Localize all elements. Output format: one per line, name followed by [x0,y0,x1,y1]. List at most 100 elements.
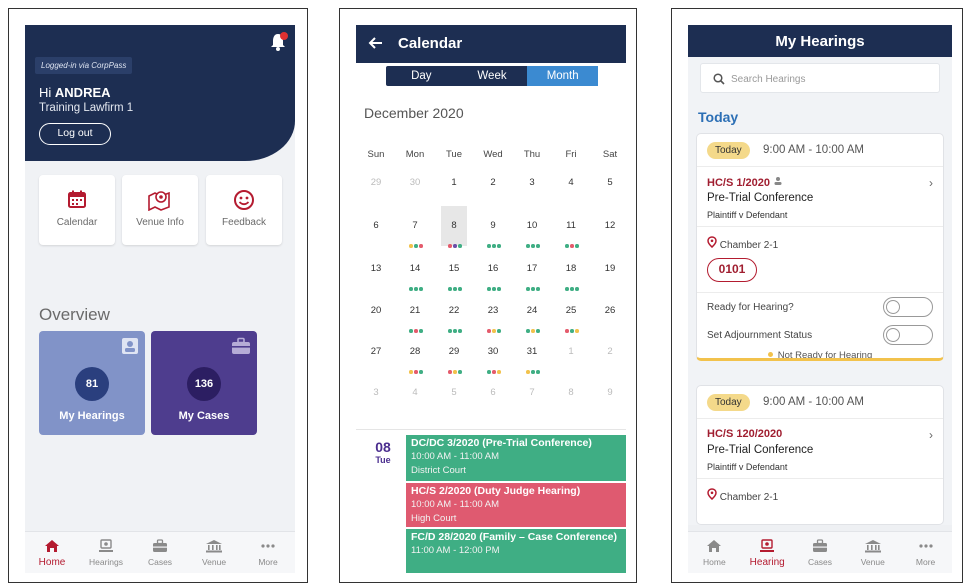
smiley-icon [234,190,254,210]
event-dot [575,244,579,248]
hearing-time: 9:00 AM - 10:00 AM [763,144,865,156]
event-dot [409,287,413,291]
calendar-day[interactable]: 4 [396,387,434,398]
calendar-day[interactable]: 21 [396,305,434,316]
nav-hearing[interactable]: Hearing [741,532,794,573]
nav-venue[interactable]: Venue [187,532,241,573]
calendar-day[interactable]: 29 [357,177,395,188]
calendar-icon [68,190,86,208]
calendar-day[interactable]: 6 [474,387,512,398]
hearing-card[interactable]: Today 9:00 AM - 10:00 AM HC/S 120/2020 ›… [696,385,944,525]
calendar-day[interactable]: 25 [552,305,590,316]
nav-cases[interactable]: Cases [794,532,847,573]
nav-home[interactable]: Home [25,532,79,573]
calendar-screen: Calendar Day Week Month December 2020 Su… [356,25,626,573]
calendar-day[interactable]: 14 [396,263,434,274]
calendar-day[interactable]: 15 [435,263,473,274]
logout-button[interactable]: Log out [39,123,111,145]
venue-info-shortcut[interactable]: Venue Info [122,175,198,245]
briefcase-icon [232,337,250,354]
calendar-day[interactable]: 17 [513,263,551,274]
calendar-day[interactable]: 3 [513,177,551,188]
calendar-day[interactable]: 29 [435,346,473,357]
calendar-day[interactable]: 1 [552,346,590,357]
calendar-day[interactable]: 26 [591,305,626,316]
adjournment-status-toggle[interactable] [883,325,933,345]
nav-home[interactable]: Home [688,532,741,573]
event-item[interactable]: HC/S 2/2020 (Duty Judge Hearing) 10:00 A… [406,483,626,527]
calendar-day[interactable]: 13 [357,263,395,274]
home-icon [45,540,59,552]
notification-bell-icon[interactable] [269,31,289,53]
event-dot [414,370,418,374]
event-dot [531,244,535,248]
calendar-day[interactable]: 31 [513,346,551,357]
calendar-day[interactable]: 2 [474,177,512,188]
calendar-day[interactable]: 22 [435,305,473,316]
calendar-day[interactable]: 1 [435,177,473,188]
event-item[interactable]: DC/DC 3/2020 (Pre-Trial Conference) 10:0… [406,435,626,481]
calendar-day[interactable]: 23 [474,305,512,316]
feedback-shortcut[interactable]: Feedback [206,175,282,245]
search-input[interactable] [731,70,931,88]
calendar-day[interactable]: 11 [552,220,590,231]
calendar-day[interactable]: 9 [591,387,626,398]
hearing-time: 9:00 AM - 10:00 AM [763,396,865,408]
view-month-button[interactable]: Month [527,66,599,86]
calendar-day[interactable]: 30 [396,177,434,188]
calendar-day[interactable]: 19 [591,263,626,274]
event-dot [453,287,457,291]
event-dot [575,287,579,291]
calendar-day[interactable]: 27 [357,346,395,357]
calendar-day[interactable]: 7 [513,387,551,398]
calendar-day[interactable]: 3 [357,387,395,398]
calendar-day[interactable]: 8 [552,387,590,398]
nav-hearings[interactable]: Hearings [79,532,133,573]
nav-more[interactable]: More [899,532,952,573]
event-item[interactable]: FC/D 28/2020 (Family – Case Conference) … [406,529,626,573]
event-dot [492,244,496,248]
card-divider [697,478,943,479]
calendar-day[interactable]: 12 [591,220,626,231]
calendar-day[interactable]: 7 [396,220,434,231]
calendar-day[interactable]: 24 [513,305,551,316]
view-week-button[interactable]: Week [457,66,528,86]
calendar-day[interactable]: 9 [474,220,512,231]
chevron-right-icon[interactable]: › [929,176,933,190]
calendar-day[interactable]: 5 [435,387,473,398]
event-dot [526,287,530,291]
nav-venue[interactable]: Venue [846,532,899,573]
my-cases-tile[interactable]: 136 My Cases [151,331,257,435]
calendar-day[interactable]: 5 [591,177,626,188]
calendar-day[interactable]: 6 [357,220,395,231]
calendar-shortcut[interactable]: Calendar [39,175,115,245]
calendar-day[interactable]: 28 [396,346,434,357]
nav-more[interactable]: More [241,532,295,573]
agenda-day-number: 08 [375,439,391,455]
calendar-day[interactable]: 18 [552,263,590,274]
chevron-right-icon[interactable]: › [929,428,933,442]
view-day-button[interactable]: Day [386,66,457,86]
calendar-day[interactable]: 30 [474,346,512,357]
venue-info-shortcut-label: Venue Info [136,217,184,228]
event-dot [570,244,574,248]
hearing-card[interactable]: Today 9:00 AM - 10:00 AM HC/S 1/2020 › P… [696,133,944,361]
calendar-day[interactable]: 20 [357,305,395,316]
calendar-day[interactable]: 8 [435,220,473,231]
event-time: 10:00 AM - 11:00 AM [411,451,500,462]
calendar-day[interactable]: 2 [591,346,626,357]
calendar-day[interactable]: 4 [552,177,590,188]
case-number: HC/S 120/2020 [707,428,783,440]
calendar-day[interactable]: 16 [474,263,512,274]
location-pin-icon [707,488,717,500]
event-title: DC/DC 3/2020 (Pre-Trial Conference) [411,437,592,449]
my-hearings-tile[interactable]: 81 My Hearings [39,331,145,435]
nav-venue-label: Venue [201,557,227,567]
ready-for-hearing-toggle[interactable] [883,297,933,317]
nav-cases[interactable]: Cases [133,532,187,573]
back-arrow-icon[interactable] [368,35,384,51]
toggle-knob [886,300,900,314]
calendar-phone-frame: Calendar Day Week Month December 2020 Su… [339,8,637,583]
calendar-day[interactable]: 10 [513,220,551,231]
calendar-title: Calendar [398,35,463,52]
